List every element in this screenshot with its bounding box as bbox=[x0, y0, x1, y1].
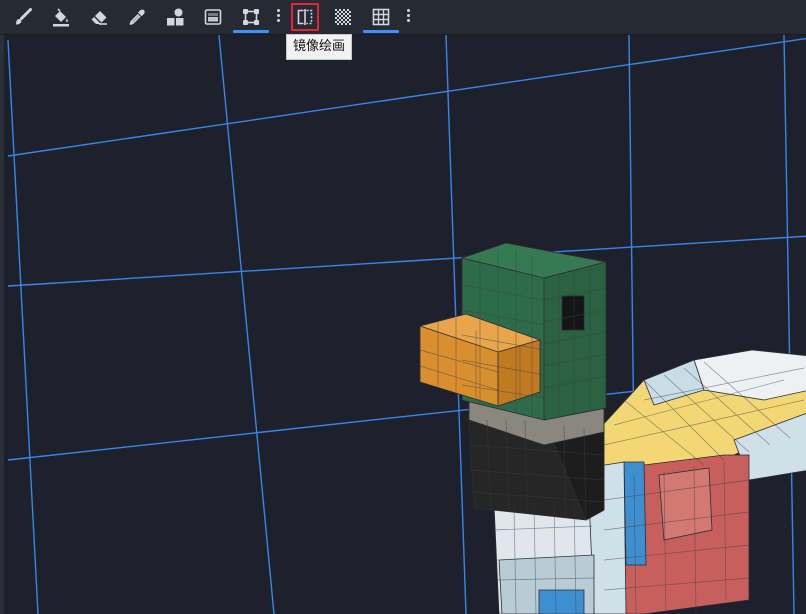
eraser-tool[interactable] bbox=[86, 4, 112, 30]
shapes-icon bbox=[167, 8, 184, 26]
gradient-tool[interactable] bbox=[200, 4, 226, 30]
mirror-painting-tool[interactable] bbox=[291, 3, 319, 31]
mirror-painting-tooltip: 镜像绘画 bbox=[286, 34, 353, 60]
checkerboard-icon bbox=[335, 9, 351, 25]
brush-icon bbox=[16, 8, 32, 25]
more-tools-menu-1[interactable] bbox=[275, 9, 281, 25]
eyedropper-icon bbox=[129, 9, 145, 25]
model-scene[interactable] bbox=[4, 35, 806, 614]
color-picker-tool[interactable] bbox=[124, 4, 150, 30]
lock-alpha-tool[interactable] bbox=[330, 4, 356, 30]
grid-tool[interactable] bbox=[363, 4, 399, 33]
toolbar bbox=[0, 0, 806, 35]
mirror-icon bbox=[297, 9, 313, 25]
3d-viewport[interactable] bbox=[4, 35, 806, 614]
more-tools-menu-2[interactable] bbox=[405, 9, 411, 25]
grid-icon bbox=[372, 8, 390, 26]
brush-tool[interactable] bbox=[10, 4, 36, 30]
duck-model bbox=[418, 242, 806, 614]
transform-icon bbox=[243, 9, 259, 25]
eraser-icon bbox=[91, 11, 107, 25]
shapes-tool[interactable] bbox=[162, 4, 188, 30]
paint-bucket-icon bbox=[53, 8, 69, 27]
gradient-icon bbox=[204, 9, 222, 25]
fill-tool[interactable] bbox=[48, 4, 74, 30]
transform-tool[interactable] bbox=[233, 4, 269, 33]
